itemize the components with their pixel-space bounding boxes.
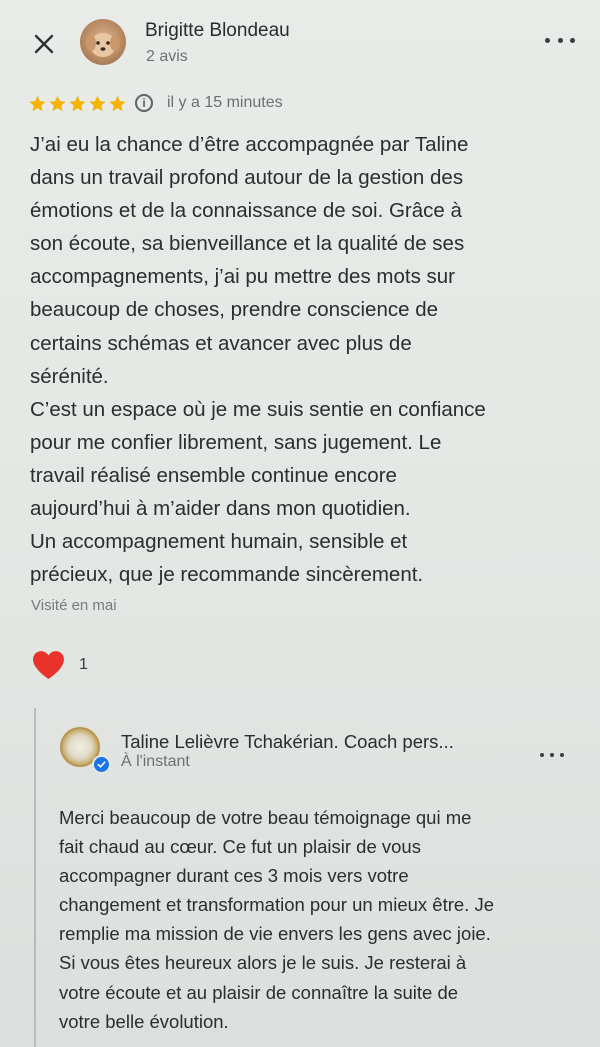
review-text: J’ai eu la chance d’être accompagnée par…	[30, 128, 575, 591]
reply-more-options-button[interactable]	[540, 751, 564, 759]
dog-avatar-image	[86, 33, 120, 57]
owner-name[interactable]: Taline Lelièvre Tchakérian. Coach pers..…	[121, 731, 454, 753]
review-text-line: pour me confier librement, sans jugement…	[30, 430, 442, 454]
review-text-line: J’ai eu la chance d’être accompagnée par…	[30, 133, 469, 156]
review-text-line: beaucoup de choses, prendre conscience d…	[30, 298, 439, 322]
review-text-line: certains schémas et avancer avec plus de	[30, 331, 412, 355]
visited-date: Visité en mai	[31, 597, 117, 614]
review-text-line: accompagnements, j’ai pu mettre des mots…	[30, 265, 455, 289]
reaction-row: 1	[32, 650, 88, 680]
review-text-line: Un accompagnement humain, sensible et	[30, 530, 408, 554]
review-text-line: dans un travail profond autour de la ges…	[30, 166, 464, 190]
close-icon	[34, 34, 54, 54]
close-button[interactable]	[30, 30, 58, 58]
more-vert-icon	[540, 753, 544, 757]
star-icon	[49, 95, 66, 111]
star-icon	[29, 95, 46, 111]
owner-reply-text: Merci beaucoup de votre beau témoignage …	[59, 803, 569, 1036]
reply-text-line: changement et transformation pour un mie…	[59, 894, 494, 916]
reviewer-name[interactable]: Brigitte Blondeau	[145, 20, 290, 42]
review-header: Brigitte Blondeau 2 avis	[0, 0, 600, 80]
review-text-line: sérénité.	[30, 364, 109, 388]
review-time: il y a 15 minutes	[167, 94, 283, 111]
more-options-button[interactable]	[545, 30, 575, 50]
star-icon	[89, 95, 106, 111]
reaction-count: 1	[79, 656, 88, 673]
more-vert-icon	[545, 37, 550, 43]
reply-text-line: remplie ma mission de vie envers les gen…	[59, 923, 491, 945]
star-rating	[28, 94, 127, 113]
review-text-line: émotions et de la connaissance de soi. G…	[30, 199, 462, 223]
reply-time: À l'instant	[121, 753, 190, 770]
reply-text-line: votre belle évolution.	[59, 1010, 229, 1032]
review-text-line: travail réalisé ensemble continue encore	[30, 463, 397, 487]
verified-icon	[92, 755, 111, 774]
reviewer-review-count: 2 avis	[146, 48, 188, 65]
review-text-line: C’est un espace où je me suis sentie en …	[30, 397, 486, 421]
review-text-line: précieux, que je recommande sincèrement.	[30, 563, 424, 587]
heart-icon[interactable]	[32, 650, 65, 680]
reply-text-line: Si vous êtes heureux alors je le suis. J…	[59, 952, 467, 974]
reviewer-avatar[interactable]	[80, 19, 126, 65]
star-icon	[109, 95, 126, 111]
reply-text-line: accompagner durant ces 3 mois vers votre	[59, 865, 409, 887]
reply-text-line: fait chaud au cœur. Ce fut un plaisir de…	[59, 836, 421, 858]
star-icon	[69, 95, 86, 111]
review-text-line: aujourd’hui à m’aider dans mon quotidien…	[30, 497, 411, 521]
info-icon[interactable]: i	[135, 94, 153, 112]
reply-text-line: Merci beaucoup de votre beau témoignage …	[59, 807, 472, 828]
reply-text-line: votre écoute et au plaisir de connaître …	[59, 981, 459, 1003]
review-text-line: son écoute, sa bienveillance et la quali…	[30, 232, 465, 256]
reply-divider	[34, 708, 36, 1047]
rating-row: i il y a 15 minutes	[28, 92, 283, 114]
